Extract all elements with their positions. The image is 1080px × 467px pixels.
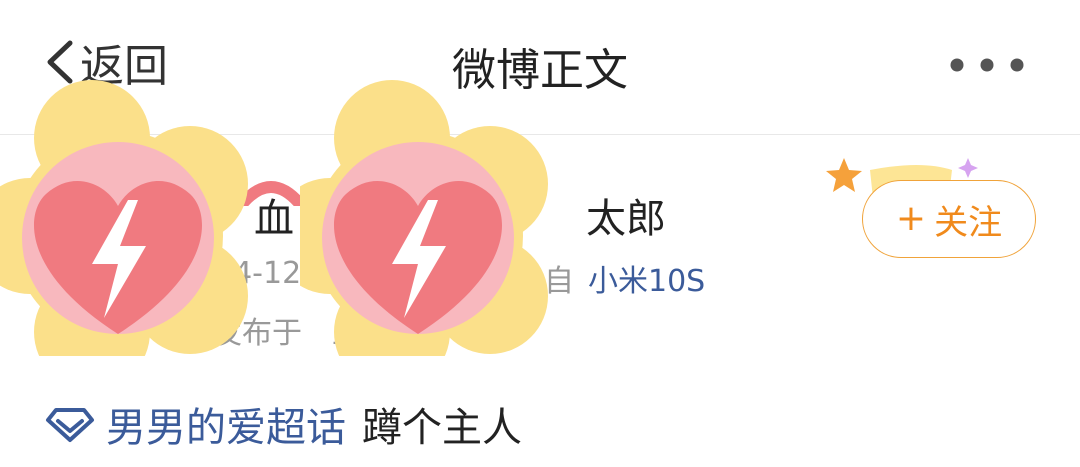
privacy-heart-sticker-left — [0, 66, 252, 390]
privacy-heart-sticker-right — [272, 66, 552, 390]
more-horizontal-icon — [950, 58, 1024, 72]
more-options-button[interactable] — [946, 54, 1028, 80]
author-name-part2[interactable]: 太郎 — [586, 186, 666, 244]
follow-button[interactable]: + 关注 — [862, 180, 1036, 258]
device-source-link[interactable]: 小米10S — [588, 256, 705, 300]
follow-label: 关注 — [934, 202, 1003, 243]
star-icon — [826, 158, 862, 192]
post-content-line: 男男的爱超话 蹲个主人 — [44, 394, 522, 454]
author-name-part1[interactable]: 血 — [254, 186, 294, 244]
post-text: 蹲个主人 — [362, 405, 522, 451]
plus-icon: + — [895, 198, 927, 239]
super-topic-diamond-icon — [46, 408, 94, 442]
sparkle-icon — [958, 158, 978, 178]
super-topic-link[interactable]: 男男的爱超话 — [106, 395, 346, 453]
